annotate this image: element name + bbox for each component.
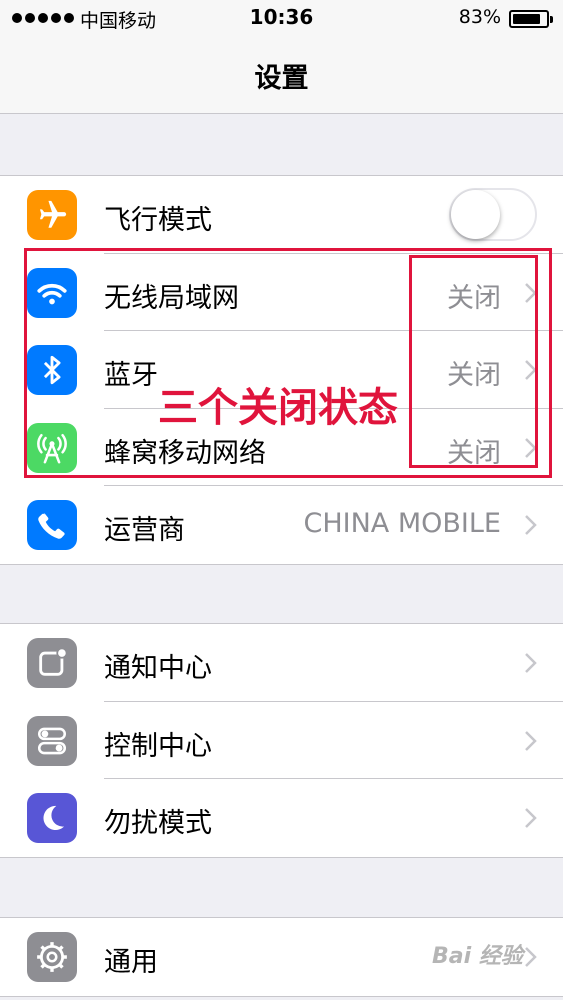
status-bar: 中国移动 10:36 83% (0, 0, 563, 38)
chevron-right-icon (525, 515, 537, 535)
settings-row-label: 运营商 (104, 515, 185, 546)
chevron-right-icon (525, 653, 537, 673)
settings-row-notification-center[interactable]: 通知中心 (0, 624, 563, 702)
page-title: 设置 (254, 63, 309, 94)
settings-group-system: 通知中心 控制中心 勿扰模式 (0, 623, 563, 858)
airplane-icon (27, 190, 77, 240)
gear-icon (27, 932, 77, 982)
battery-icon (509, 10, 553, 28)
chevron-right-icon (525, 808, 537, 828)
phone-icon (27, 500, 77, 550)
settings-row-label: 通用 (104, 947, 158, 978)
chevron-right-icon (525, 947, 537, 967)
moon-icon (27, 793, 77, 843)
annotation-text: 三个关闭状态 (158, 385, 398, 431)
annotation-status-box (409, 255, 538, 468)
settings-row-label: 勿扰模式 (104, 808, 212, 839)
settings-row-airplane-mode[interactable]: 飞行模式 (0, 176, 563, 254)
chevron-right-icon (525, 730, 537, 751)
settings-row-label: 飞行模式 (104, 205, 212, 236)
settings-row-carrier[interactable]: 运营商 CHINA MOBILE (0, 486, 563, 564)
battery-percent: 83% (458, 6, 501, 28)
airplane-mode-toggle[interactable] (449, 188, 537, 241)
navigation-bar: 设置 (0, 38, 563, 114)
settings-row-label: 通知中心 (104, 653, 212, 684)
settings-row-do-not-disturb[interactable]: 勿扰模式 (0, 779, 563, 857)
settings-row-control-center[interactable]: 控制中心 (0, 702, 563, 779)
baidu-watermark: Bai 经验 (432, 944, 523, 969)
settings-row-label: 控制中心 (104, 730, 212, 762)
carrier-value: CHINA MOBILE (303, 508, 501, 539)
notification-center-icon (27, 638, 77, 688)
control-center-icon (27, 715, 77, 766)
